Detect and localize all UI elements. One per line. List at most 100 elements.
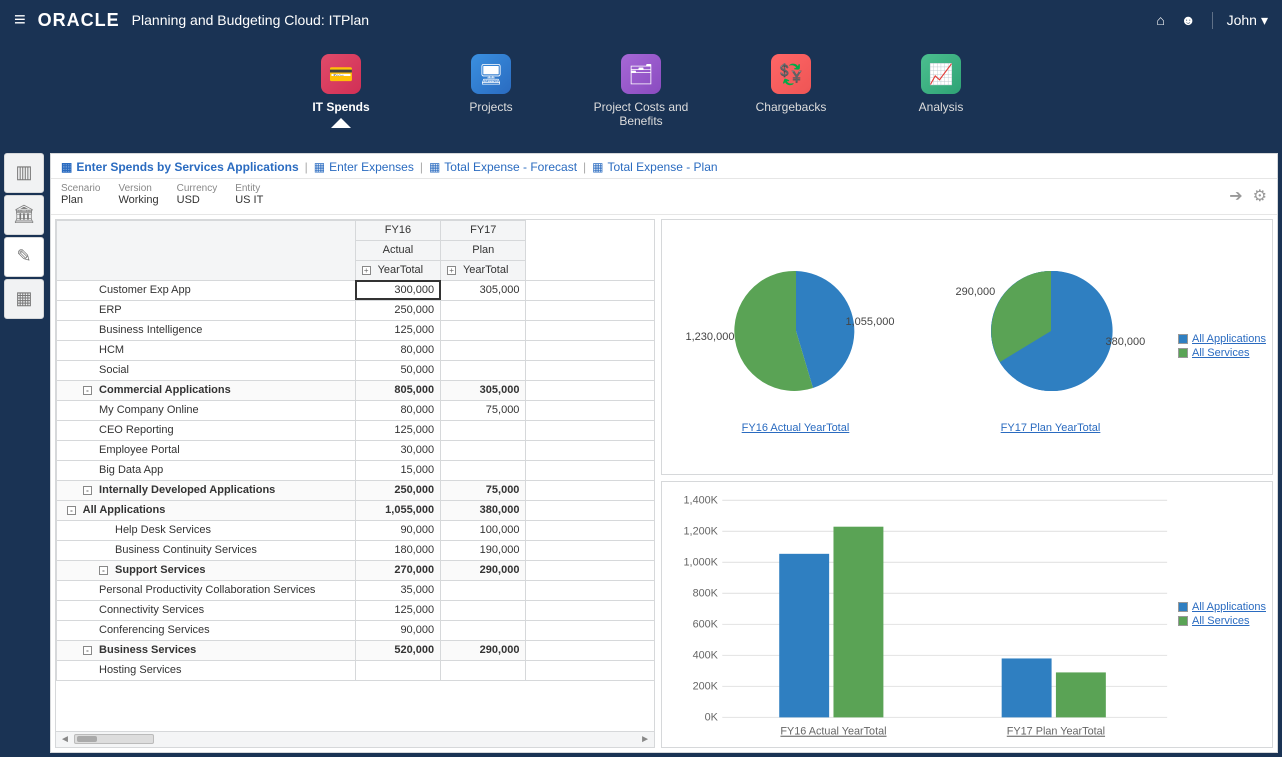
scroll-right-icon[interactable]: ► [640, 734, 650, 745]
grid-cell[interactable]: 305,000 [441, 280, 526, 300]
row-header[interactable]: - All Applications [57, 500, 356, 520]
nav-tab-chargebacks[interactable]: 💱Chargebacks [736, 54, 846, 143]
grid-cell[interactable] [441, 320, 526, 340]
row-header[interactable]: Business Continuity Services [57, 540, 356, 560]
grid-cell[interactable]: 125,000 [355, 320, 440, 340]
pov-item[interactable]: ScenarioPlan [61, 183, 100, 206]
grid-cell[interactable] [441, 580, 526, 600]
svg-text:600K: 600K [693, 619, 719, 631]
legend-apps[interactable]: All Applications [1192, 333, 1266, 345]
nav-tab-pcb[interactable]: 🗂Project Costs and Benefits [586, 54, 696, 143]
grid-cell[interactable]: 250,000 [355, 480, 440, 500]
sub-tab[interactable]: ▦ Enter Expenses [314, 160, 414, 174]
nav-tab-analysis[interactable]: 📈Analysis [886, 54, 996, 143]
grid-cell[interactable]: 250,000 [355, 300, 440, 320]
sub-tab[interactable]: ▦ Enter Spends by Services Applications [61, 160, 299, 174]
grid-cell[interactable]: 75,000 [441, 480, 526, 500]
accessibility-icon[interactable]: ☻ [1181, 12, 1196, 28]
row-header[interactable]: ERP [57, 300, 356, 320]
go-icon[interactable]: ➔ [1229, 186, 1242, 206]
gear-icon[interactable]: ⚙ [1253, 186, 1267, 206]
pov-item[interactable]: EntityUS IT [235, 183, 263, 206]
row-header[interactable]: My Company Online [57, 400, 356, 420]
row-header[interactable]: Employee Portal [57, 440, 356, 460]
grid-cell[interactable]: 75,000 [441, 400, 526, 420]
panels: FY16FY17ActualPlan+ YearTotal+ YearTotal… [51, 215, 1277, 752]
grid-cell[interactable]: 270,000 [355, 560, 440, 580]
nav-tab-projects[interactable]: 🖥Projects [436, 54, 546, 143]
grid-cell[interactable] [441, 340, 526, 360]
grid-cell[interactable] [441, 460, 526, 480]
grid-cell[interactable]: 300,000 [355, 280, 440, 300]
nav-label: Chargebacks [736, 100, 846, 114]
grid-scroll[interactable]: FY16FY17ActualPlan+ YearTotal+ YearTotal… [56, 220, 654, 731]
grid-cell[interactable] [441, 600, 526, 620]
grid-cell[interactable]: 80,000 [355, 400, 440, 420]
sub-tab[interactable]: ▦ Total Expense - Plan [592, 160, 717, 174]
row-header[interactable]: Social [57, 360, 356, 380]
grid-cell[interactable]: 305,000 [441, 380, 526, 400]
row-header[interactable]: - Internally Developed Applications [57, 480, 356, 500]
grid-cell[interactable]: 80,000 [355, 340, 440, 360]
pov-item[interactable]: CurrencyUSD [177, 183, 218, 206]
row-header[interactable]: Help Desk Services [57, 520, 356, 540]
grid-cell[interactable] [441, 300, 526, 320]
scroll-left-icon[interactable]: ◄ [60, 734, 70, 745]
data-grid[interactable]: FY16FY17ActualPlan+ YearTotal+ YearTotal… [56, 220, 654, 681]
row-header[interactable]: - Commercial Applications [57, 380, 356, 400]
pie-fy17-caption[interactable]: FY17 Plan YearTotal [961, 422, 1141, 434]
row-header[interactable]: Customer Exp App [57, 280, 356, 300]
grid-cell[interactable]: 1,055,000 [355, 500, 440, 520]
row-header[interactable]: Big Data App [57, 460, 356, 480]
grid-cell[interactable]: 100,000 [441, 520, 526, 540]
row-header[interactable]: Hosting Services [57, 660, 356, 680]
horizontal-scrollbar[interactable]: ◄ ► [56, 731, 654, 747]
rail-grid-icon[interactable]: ▦ [4, 279, 44, 319]
grid-cell[interactable]: 125,000 [355, 420, 440, 440]
rail-chart-icon[interactable]: ▥ [4, 153, 44, 193]
grid-cell[interactable]: 180,000 [355, 540, 440, 560]
grid-cell[interactable]: 190,000 [441, 540, 526, 560]
legend-svcs[interactable]: All Services [1192, 347, 1249, 359]
grid-cell[interactable] [441, 360, 526, 380]
row-header[interactable]: Personal Productivity Collaboration Serv… [57, 580, 356, 600]
grid-cell[interactable]: 380,000 [441, 500, 526, 520]
home-icon[interactable]: ⌂ [1156, 12, 1164, 28]
grid-cell[interactable]: 15,000 [355, 460, 440, 480]
grid-cell[interactable]: 35,000 [355, 580, 440, 600]
grid-cell[interactable]: 290,000 [441, 640, 526, 660]
grid-cell[interactable] [355, 660, 440, 680]
sub-tab[interactable]: ▦ Total Expense - Forecast [429, 160, 577, 174]
row-header[interactable]: Connectivity Services [57, 600, 356, 620]
grid-cell[interactable] [441, 420, 526, 440]
grid-cell[interactable]: 50,000 [355, 360, 440, 380]
row-header[interactable]: - Business Services [57, 640, 356, 660]
pie-fy16-caption[interactable]: FY16 Actual YearTotal [706, 422, 886, 434]
grid-cell[interactable] [441, 660, 526, 680]
nav-tab-itspends[interactable]: 💳IT Spends [286, 54, 396, 143]
grid-cell[interactable]: 520,000 [355, 640, 440, 660]
grid-cell[interactable]: 90,000 [355, 620, 440, 640]
row-header[interactable]: Business Intelligence [57, 320, 356, 340]
row-header[interactable]: HCM [57, 340, 356, 360]
pov-item[interactable]: VersionWorking [118, 183, 158, 206]
row-header[interactable]: CEO Reporting [57, 420, 356, 440]
grid-cell[interactable]: 125,000 [355, 600, 440, 620]
bar-chart-box: 0K200K400K600K800K1,000K1,200K1,400KFY16… [661, 481, 1273, 748]
rail-bank-icon[interactable]: 🏛 [4, 195, 44, 235]
bar-legend-apps[interactable]: All Applications [1192, 601, 1266, 613]
grid-cell[interactable]: 290,000 [441, 560, 526, 580]
grid-cell[interactable]: 90,000 [355, 520, 440, 540]
row-header[interactable]: - Support Services [57, 560, 356, 580]
menu-icon[interactable]: ≡ [14, 9, 26, 32]
bar-legend-svcs[interactable]: All Services [1192, 615, 1249, 627]
bar [833, 527, 883, 718]
grid-cell[interactable]: 30,000 [355, 440, 440, 460]
user-menu[interactable]: John ▾ [1212, 12, 1268, 29]
left-rail: ▥ 🏛 ✎ ▦ [4, 153, 48, 753]
grid-cell[interactable] [441, 620, 526, 640]
grid-cell[interactable] [441, 440, 526, 460]
rail-edit-icon[interactable]: ✎ [4, 237, 44, 277]
row-header[interactable]: Conferencing Services [57, 620, 356, 640]
grid-cell[interactable]: 805,000 [355, 380, 440, 400]
